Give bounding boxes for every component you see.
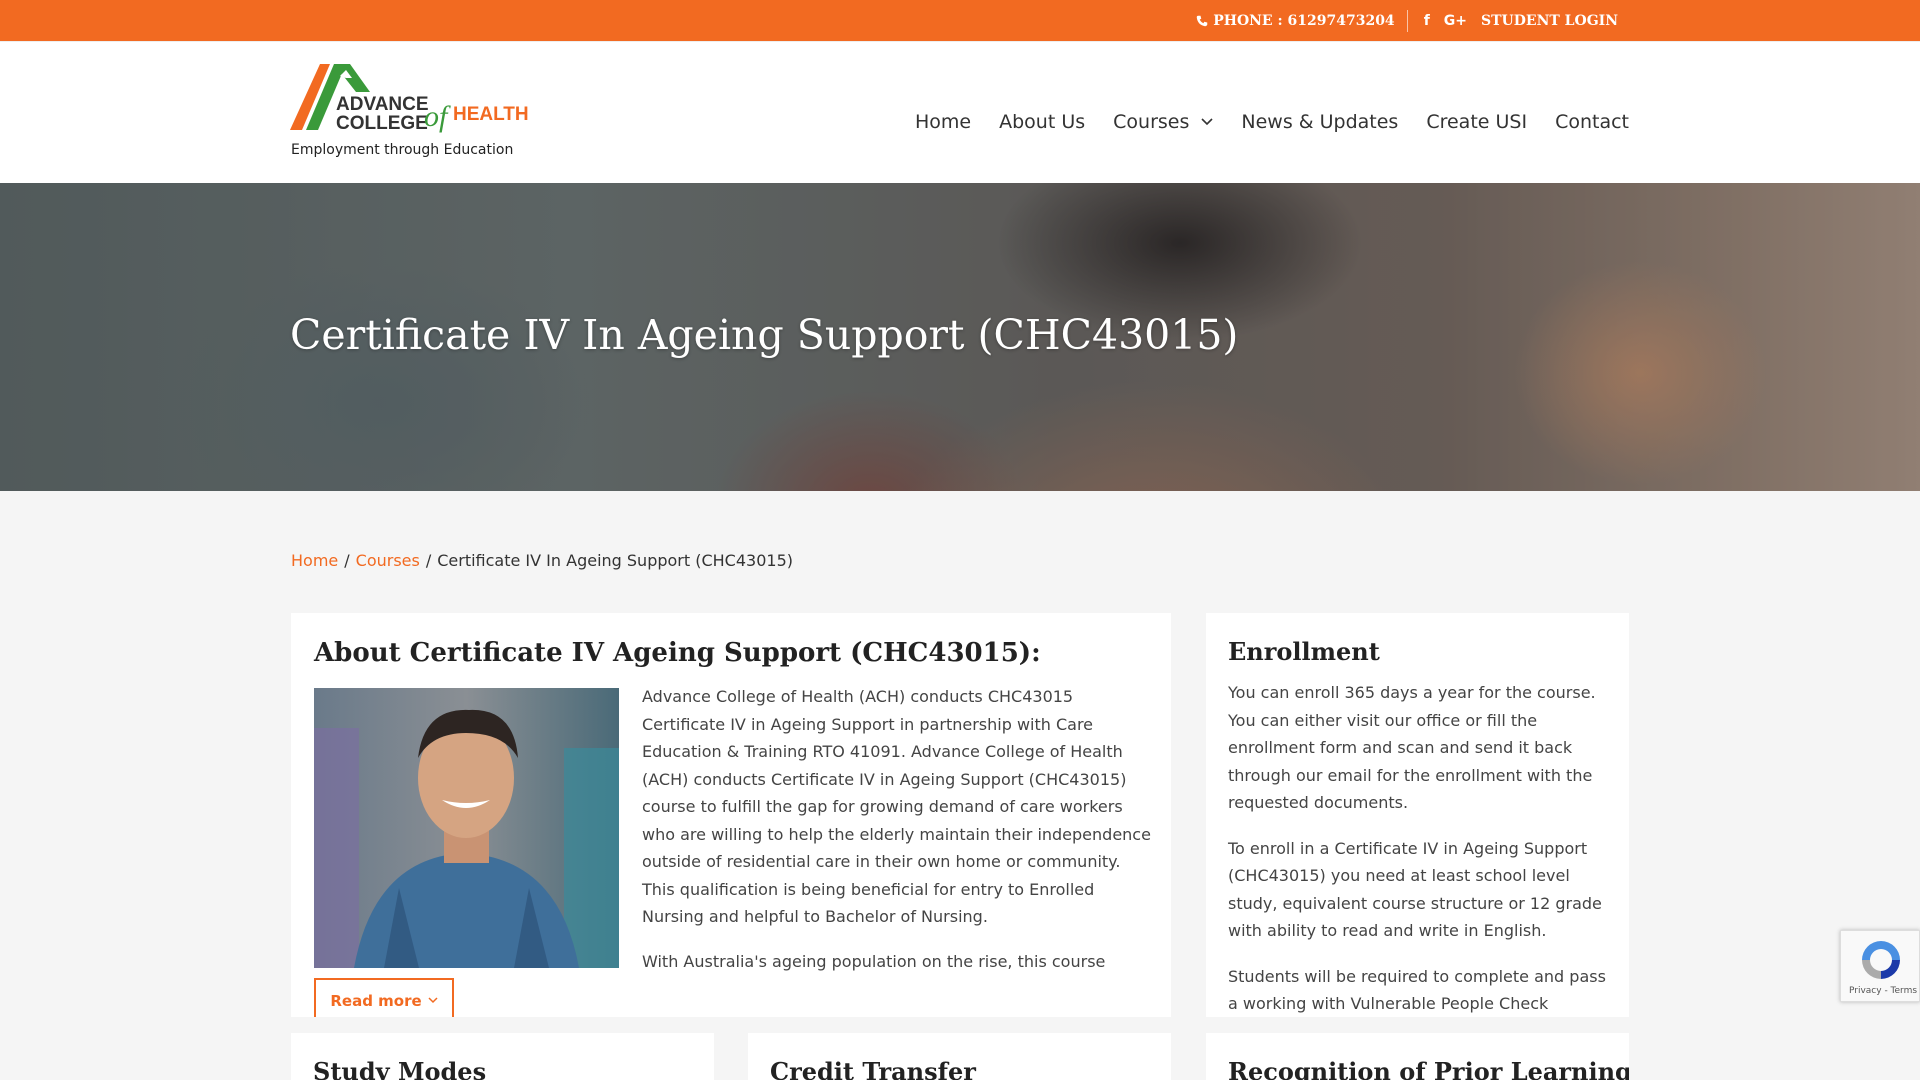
read-more-button[interactable]: Read more xyxy=(314,978,454,1017)
hero-banner: Certificate IV In Ageing Support (CHC430… xyxy=(0,183,1920,491)
about-text: Advance College of Health (ACH) conducts… xyxy=(642,683,1152,992)
phone-text: PHONE : 61297473204 xyxy=(1213,12,1395,29)
facebook-icon[interactable]: f xyxy=(1424,13,1430,29)
phone-icon xyxy=(1196,15,1208,26)
breadcrumb-courses[interactable]: Courses xyxy=(356,551,420,570)
chevron-down-icon xyxy=(1201,118,1213,126)
enrollment-text: You can enroll 365 days a year for the c… xyxy=(1228,679,1613,1017)
breadcrumb-home[interactable]: Home xyxy=(291,551,338,570)
site-header: ADVANCE COLLEGE of HEALTH Employment thr… xyxy=(0,41,1920,183)
about-paragraph: Advance College of Health (ACH) conducts… xyxy=(642,687,1151,926)
nav-about-us[interactable]: About Us xyxy=(999,111,1085,133)
about-course-card: About Certificate IV Ageing Support (CHC… xyxy=(291,613,1171,1017)
credit-transfer-heading: Credit Transfer xyxy=(770,1057,976,1080)
student-login-link[interactable]: STUDENT LOGIN xyxy=(1481,13,1618,29)
enrollment-card: Enrollment You can enroll 365 days a yea… xyxy=(1206,613,1629,1017)
student-photo xyxy=(314,688,619,968)
study-modes-card: Study Modes xyxy=(291,1033,714,1080)
logo-mark: ADVANCE COLLEGE of HEALTH xyxy=(290,64,529,134)
nav-contact[interactable]: Contact xyxy=(1555,111,1629,133)
enrollment-paragraph: To enroll in a Certificate IV in Ageing … xyxy=(1228,838,1602,941)
rpl-heading: Recognition of Prior Learning xyxy=(1228,1057,1629,1080)
chevron-down-icon xyxy=(428,997,438,1004)
breadcrumb-current: Certificate IV In Ageing Support (CHC430… xyxy=(437,551,793,570)
logo-line2: COLLEGE xyxy=(336,113,428,134)
nav-news-updates[interactable]: News & Updates xyxy=(1241,111,1398,133)
nav-courses[interactable]: Courses xyxy=(1113,111,1213,133)
breadcrumb: Home / Courses / Certificate IV In Ageing Su… xyxy=(291,551,793,570)
top-bar-content: PHONE : 61297473204 f G+ STUDENT LOGIN xyxy=(1196,0,1618,41)
logo-of: of xyxy=(424,100,451,133)
site-logo[interactable]: ADVANCE COLLEGE of HEALTH Employment thr… xyxy=(290,64,530,164)
social-links: f G+ xyxy=(1408,13,1481,29)
logo-health: HEALTH xyxy=(453,104,529,125)
credit-transfer-card: Credit Transfer xyxy=(748,1033,1171,1080)
logo-line1: ADVANCE xyxy=(336,94,429,115)
recaptcha-badge[interactable]: Privacy - Terms xyxy=(1840,930,1920,1002)
recaptcha-terms[interactable]: Privacy - Terms xyxy=(1849,986,1917,996)
breadcrumb-separator: / xyxy=(425,551,432,570)
enrollment-heading: Enrollment xyxy=(1228,637,1380,666)
main-nav: Home About Us Courses News & Updates Cre… xyxy=(915,111,1629,133)
logo-tagline: Employment through Education xyxy=(291,142,514,158)
page-title: Certificate IV In Ageing Support (CHC430… xyxy=(290,311,1239,359)
google-plus-icon[interactable]: G+ xyxy=(1444,13,1467,29)
about-paragraph: With Australia's ageing population on th… xyxy=(642,951,1106,971)
top-bar: PHONE : 61297473204 f G+ STUDENT LOGIN xyxy=(0,0,1920,41)
breadcrumb-separator: / xyxy=(344,551,350,570)
nav-create-usi[interactable]: Create USI xyxy=(1426,111,1527,133)
about-heading: About Certificate IV Ageing Support (CHC… xyxy=(314,638,1041,668)
read-more-label: Read more xyxy=(330,991,422,1010)
phone-contact[interactable]: PHONE : 61297473204 xyxy=(1196,9,1408,32)
rpl-card: Recognition of Prior Learning xyxy=(1206,1033,1629,1080)
nav-courses-label: Courses xyxy=(1113,111,1190,133)
recaptcha-icon xyxy=(1862,941,1900,979)
nav-home[interactable]: Home xyxy=(915,111,971,133)
enrollment-paragraph: Students will be required to complete an… xyxy=(1228,966,1606,1014)
study-modes-heading: Study Modes xyxy=(313,1057,487,1080)
enrollment-paragraph: You can enroll 365 days a year for the c… xyxy=(1228,683,1596,812)
